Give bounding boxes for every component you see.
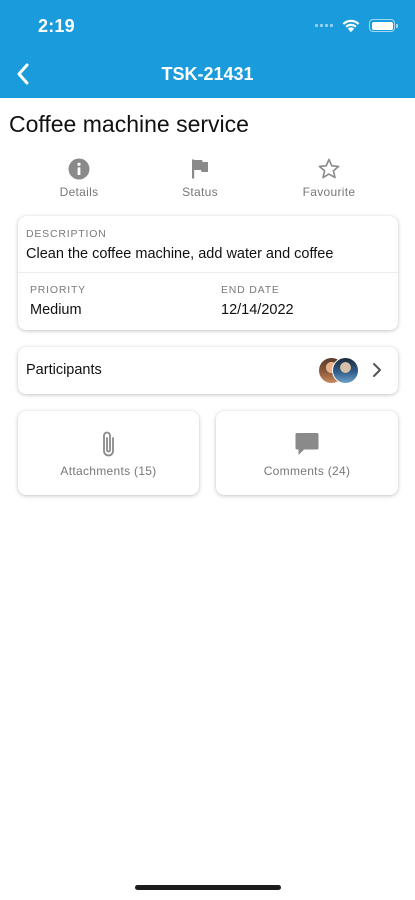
flag-icon xyxy=(192,159,208,179)
end-date-label: END DATE xyxy=(221,284,280,296)
comments-label: Comments (24) xyxy=(263,464,351,478)
home-indicator[interactable] xyxy=(135,885,281,890)
wifi-icon xyxy=(342,19,360,33)
star-outline-icon xyxy=(318,158,340,179)
comments-tile[interactable]: Comments (24) xyxy=(216,411,398,495)
description-label: DESCRIPTION xyxy=(26,228,107,240)
attachments-tile[interactable]: Attachments (15) xyxy=(18,411,199,495)
priority-label: PRIORITY xyxy=(30,284,86,296)
page-title: Coffee machine service xyxy=(9,111,249,137)
priority-value: Medium xyxy=(30,302,82,318)
participants-row[interactable]: Participants xyxy=(18,347,398,394)
app-header: 2:19 TSK-21431 xyxy=(0,0,415,98)
card-divider xyxy=(18,272,398,273)
navigation-bar: TSK-21431 xyxy=(0,52,415,98)
tab-favourite-label: Favourite xyxy=(302,185,356,199)
tab-details-label: Details xyxy=(59,185,99,199)
description-text: Clean the coffee machine, add water and … xyxy=(26,246,334,262)
task-details-card: DESCRIPTION Clean the coffee machine, ad… xyxy=(18,216,398,330)
tab-status-label: Status xyxy=(182,185,218,199)
tab-favourite[interactable]: Favourite xyxy=(269,156,389,202)
tab-status[interactable]: Status xyxy=(140,156,260,202)
status-icons xyxy=(315,18,398,33)
attachments-label: Attachments (15) xyxy=(60,464,157,478)
end-date-value: 12/14/2022 xyxy=(221,302,294,318)
status-time: 2:19 xyxy=(38,16,75,36)
info-icon xyxy=(68,158,90,180)
avatar xyxy=(332,357,359,384)
paperclip-icon xyxy=(102,431,114,457)
participant-avatars xyxy=(318,357,362,385)
chevron-right-icon xyxy=(370,360,384,380)
comment-icon xyxy=(295,433,319,455)
cellular-signal-icon xyxy=(315,24,333,27)
battery-icon xyxy=(369,19,398,32)
tab-details[interactable]: Details xyxy=(19,156,139,202)
participants-label: Participants xyxy=(26,362,102,378)
status-bar: 2:19 xyxy=(0,0,415,52)
nav-title: TSK-21431 xyxy=(161,64,254,84)
task-tabs: Details Status Favourite xyxy=(0,156,415,202)
